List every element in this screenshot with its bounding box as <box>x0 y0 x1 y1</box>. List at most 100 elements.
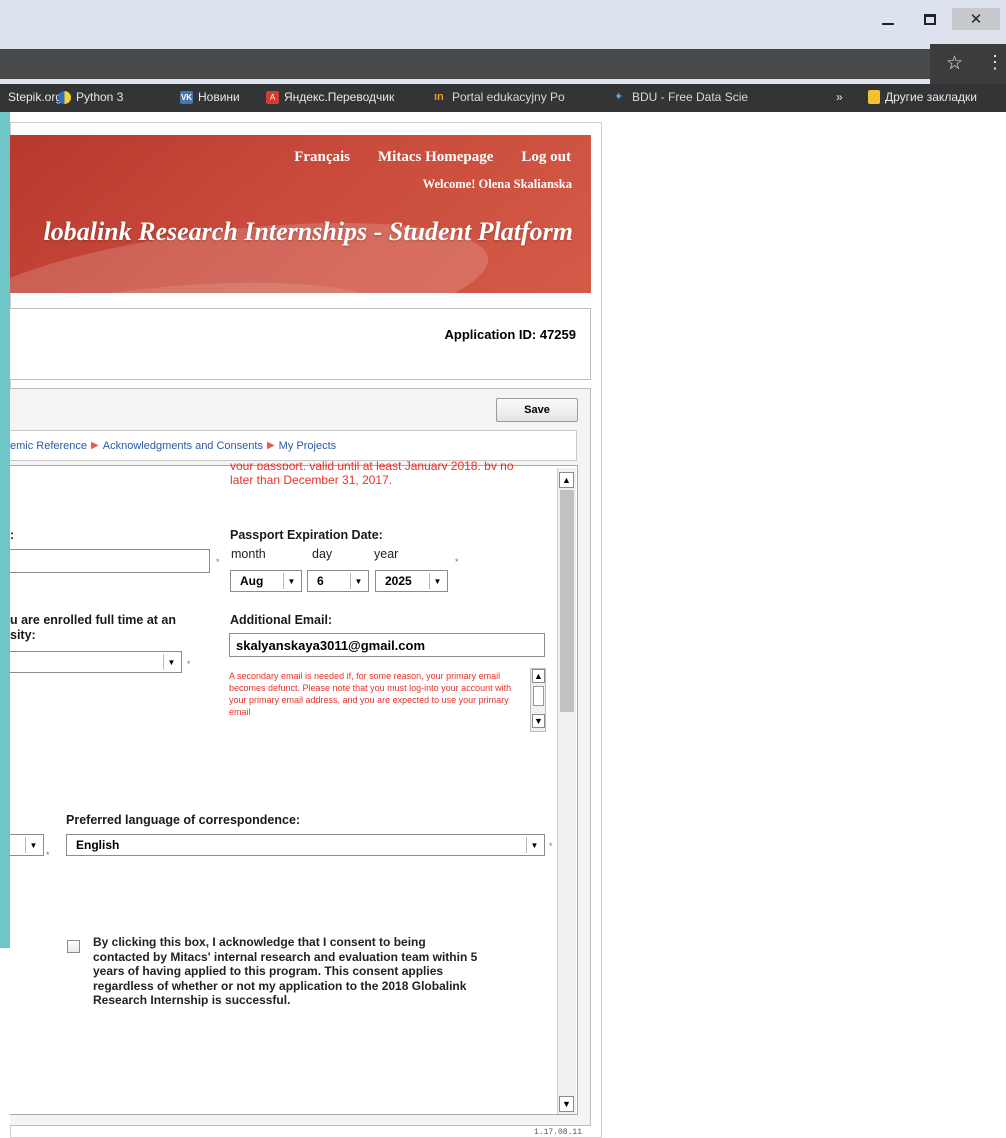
form-scrollbar-thumb[interactable] <box>560 490 574 712</box>
arrow-right-icon: ▶ <box>266 440 275 451</box>
required-mark: * <box>455 557 459 567</box>
chevron-down-icon: ▼ <box>163 654 179 670</box>
application-info-box: Application ID: 47259 <box>10 308 591 380</box>
chevron-down-icon: ▼ <box>283 573 299 589</box>
additional-email-value: skalyanskaya3011@gmail.com <box>236 637 426 653</box>
required-mark: * <box>46 850 50 860</box>
breadcrumb-academic-reference[interactable]: emic Reference <box>10 440 87 452</box>
passport-day-select[interactable]: 6 ▼ <box>307 570 369 592</box>
maximize-window-button[interactable] <box>914 8 946 30</box>
welcome-text: Welcome! Olena Skalianska <box>422 177 572 191</box>
chevron-down-icon: ▼ <box>25 837 41 853</box>
required-mark: * <box>549 841 553 851</box>
chevron-right-icon: » <box>836 90 843 104</box>
python-icon <box>58 90 71 104</box>
arrow-up-icon: ▲ <box>534 671 543 681</box>
day-header: day <box>312 547 333 561</box>
selected-value: 6 <box>317 574 324 588</box>
passport-year-select[interactable]: 2025 ▼ <box>375 570 448 592</box>
logout-link[interactable]: Log out <box>521 149 571 166</box>
month-header: month <box>231 547 266 561</box>
year-header: year <box>374 547 399 561</box>
minimize-window-button[interactable] <box>872 8 904 30</box>
browser-title-bar: ✕ <box>0 0 1006 44</box>
left-text-input[interactable] <box>10 549 210 573</box>
consent-checkbox[interactable] <box>67 940 80 953</box>
selected-value: 2025 <box>385 574 412 588</box>
consent-text: By clicking this box, I acknowledge that… <box>93 935 478 1007</box>
left-language-select[interactable]: ▼ <box>10 834 44 856</box>
chevron-down-icon: ▼ <box>350 573 366 589</box>
bookmark-star-icon[interactable]: ☆ <box>946 52 963 75</box>
bookmark-other-bookmarks[interactable]: Другие закладки <box>868 90 977 104</box>
passport-month-select[interactable]: Aug ▼ <box>230 570 302 592</box>
bookmark-python3[interactable]: Python 3 <box>58 90 123 104</box>
required-mark: * <box>187 659 191 669</box>
additional-email-label: Additional Email: <box>230 613 333 627</box>
application-id: Application ID: 47259 <box>444 327 576 342</box>
language-label: Preferred language of correspondence: <box>66 813 301 827</box>
bookmark-label: Stepik.org <box>8 90 63 104</box>
breadcrumb: emic Reference ▶ Acknowledgments and Con… <box>10 430 577 461</box>
left-sidebar-strip <box>0 112 10 948</box>
passport-note-cut: your passport, valid until at least Janu… <box>230 459 514 470</box>
required-mark: * <box>216 557 220 567</box>
note-scroll-down-button[interactable]: ▼ <box>532 714 545 728</box>
bookmarks-overflow-button[interactable]: » <box>836 90 843 104</box>
scroll-up-button[interactable]: ▲ <box>559 472 574 488</box>
language-select[interactable]: English ▼ <box>66 834 545 856</box>
chevron-down-icon: ▼ <box>429 573 445 589</box>
enrolled-label-line2: sity: <box>10 628 36 642</box>
note-scrollbar-thumb[interactable] <box>533 686 544 706</box>
header-banner: Français Mitacs Homepage Log out Welcome… <box>10 135 591 293</box>
arrow-up-icon: ▲ <box>562 475 571 485</box>
passport-note: later than December 31, 2017. <box>230 473 393 487</box>
bookmarks-bar: Stepik.org Python 3 VK Новини A Яндекс.П… <box>0 84 1006 112</box>
passport-expiration-label: Passport Expiration Date: <box>230 528 383 542</box>
close-icon: ✕ <box>969 11 983 28</box>
arrow-right-icon: ▶ <box>91 440 99 451</box>
bookmark-label: Новини <box>198 90 240 104</box>
additional-email-note: A secondary email is needed if, for some… <box>229 671 512 717</box>
scroll-down-button[interactable]: ▼ <box>559 1096 574 1112</box>
bookmark-bdu[interactable]: ✦ BDU - Free Data Scie <box>614 90 748 104</box>
page-title: lobalink Research Internships - Student … <box>43 217 573 246</box>
chevron-down-icon: ▼ <box>526 837 542 853</box>
additional-email-field[interactable]: skalyanskaya3011@gmail.com <box>229 633 545 657</box>
breadcrumb-acknowledgments[interactable]: Acknowledgments and Consents <box>103 440 263 452</box>
browser-menu-icon[interactable]: ⋮ <box>986 52 1004 73</box>
field-label: : <box>10 528 15 542</box>
bookmark-yandex-translate[interactable]: A Яндекс.Переводчик <box>266 90 394 104</box>
breadcrumb-my-projects[interactable]: My Projects <box>279 440 336 452</box>
minimize-icon <box>882 23 894 25</box>
bookmark-label: Яндекс.Переводчик <box>284 90 395 104</box>
enrolled-select[interactable]: ▼ <box>10 651 182 673</box>
bookmark-stepik[interactable]: Stepik.org <box>8 90 62 104</box>
yandex-translate-icon: A <box>266 90 279 104</box>
maximize-icon <box>924 13 936 25</box>
bookmark-label: Другие закладки <box>885 90 977 104</box>
french-language-link[interactable]: Français <box>294 149 350 166</box>
folder-icon <box>868 90 880 104</box>
save-button[interactable]: Save <box>496 398 578 422</box>
bookmark-label: Python 3 <box>76 90 124 104</box>
mitacs-homepage-link[interactable]: Mitacs Homepage <box>378 149 493 166</box>
selected-value: English <box>76 838 120 852</box>
address-bar <box>0 44 1006 84</box>
portal-icon: ın <box>434 90 444 103</box>
vk-icon: VK <box>180 90 193 104</box>
url-field[interactable] <box>0 49 930 79</box>
close-window-button[interactable]: ✕ <box>952 8 1000 30</box>
bookmark-label: BDU - Free Data Scie <box>632 90 749 104</box>
header-nav: Français Mitacs Homepage Log out <box>294 149 571 166</box>
enrolled-label: u are enrolled full time at an <box>10 613 177 627</box>
selected-value: Aug <box>240 574 264 588</box>
bookmark-label: Portal edukacyjny Po <box>452 90 565 104</box>
bdu-icon: ✦ <box>614 90 624 103</box>
arrow-down-icon: ▼ <box>534 716 543 726</box>
bookmark-portal-edukacyjny[interactable]: ın Portal edukacyjny Po <box>434 90 565 104</box>
version-label: 1.17.08.11 <box>534 1128 583 1137</box>
bookmark-news[interactable]: VK Новини <box>180 90 240 104</box>
note-scroll-up-button[interactable]: ▲ <box>532 669 545 683</box>
arrow-down-icon: ▼ <box>562 1099 571 1109</box>
